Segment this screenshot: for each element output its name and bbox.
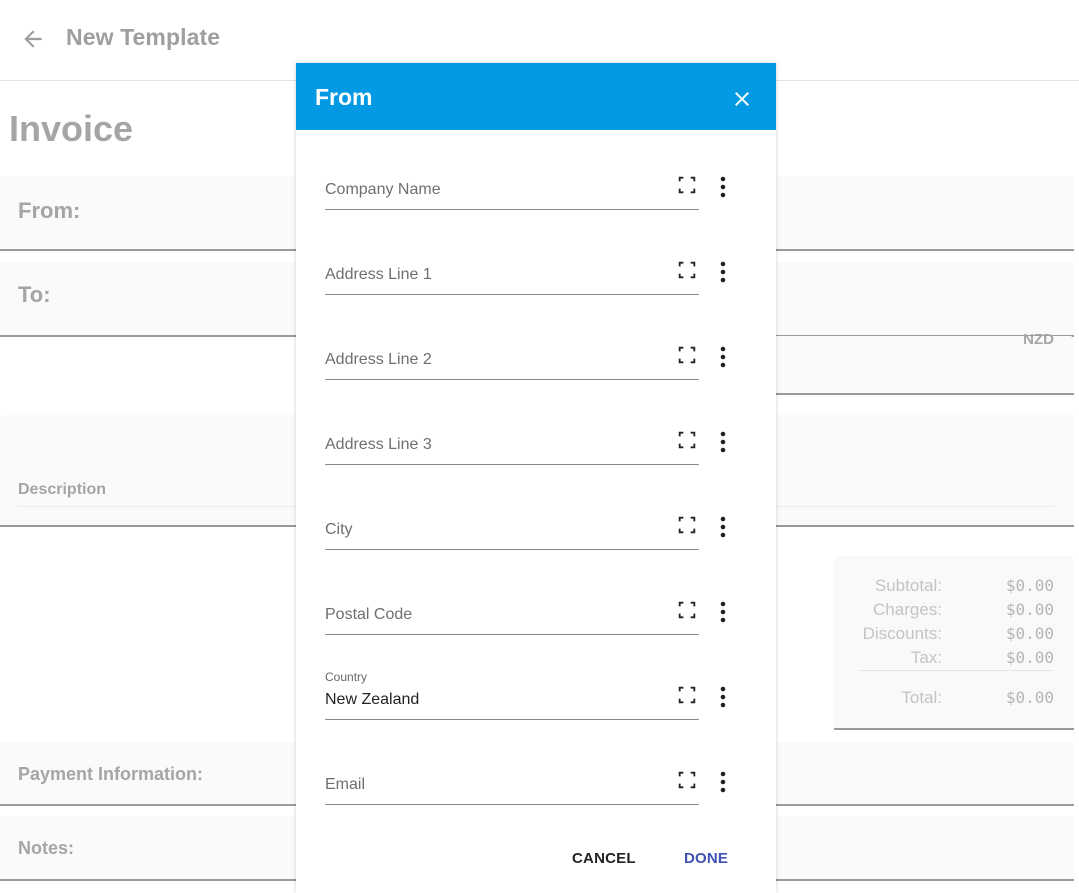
totals-value: $0.00 (1005, 624, 1054, 643)
more-vertical-icon[interactable] (720, 516, 726, 538)
field-value: New Zealand (325, 691, 420, 708)
description-column-header: Description (18, 481, 107, 498)
more-vertical-icon[interactable] (720, 176, 726, 198)
address-line-1-field[interactable]: Address Line 1 (325, 252, 699, 295)
totals-value: $0.00 (1005, 576, 1054, 595)
fullscreen-icon[interactable] (676, 684, 698, 706)
more-vertical-icon[interactable] (720, 261, 726, 283)
totals-label: Discounts: (862, 624, 942, 643)
totals-value: $0.00 (1005, 688, 1054, 707)
totals-row-tax: Tax: $0.00 (834, 648, 1074, 672)
field-placeholder: Postal Code (325, 606, 413, 623)
page-title: Invoice (9, 108, 134, 149)
city-field[interactable]: City (325, 507, 699, 550)
currency-label: NZD (1023, 331, 1054, 348)
more-vertical-icon[interactable] (720, 601, 726, 623)
totals-value: $0.00 (1005, 600, 1054, 619)
company-name-field[interactable]: Company Name (325, 167, 699, 210)
postal-code-field[interactable]: Postal Code (325, 592, 699, 635)
from-dialog: From Company Name Address Line 1 Address L… (296, 63, 776, 893)
totals-label: Subtotal: (874, 576, 942, 595)
field-placeholder: Email (325, 776, 366, 793)
dialog-header: From (296, 63, 776, 130)
more-vertical-icon[interactable] (720, 771, 726, 793)
field-label: Country (325, 670, 368, 684)
address-line-3-field[interactable]: Address Line 3 (325, 422, 699, 465)
field-placeholder: Company Name (325, 181, 441, 198)
totals-row-subtotal: Subtotal: $0.00 (834, 576, 1074, 600)
close-icon[interactable] (730, 87, 754, 111)
more-vertical-icon[interactable] (720, 346, 726, 368)
totals-row-charges: Charges: $0.00 (834, 600, 1074, 624)
fullscreen-icon[interactable] (676, 259, 698, 281)
notes-label: Notes: (18, 838, 75, 858)
totals-row-total: Total: $0.00 (834, 688, 1074, 712)
payment-information-label: Payment Information: (18, 764, 204, 784)
currency-section[interactable]: NZD (770, 331, 1074, 395)
more-vertical-icon[interactable] (720, 686, 726, 708)
fullscreen-icon[interactable] (676, 174, 698, 196)
address-line-2-field[interactable]: Address Line 2 (325, 337, 699, 380)
fullscreen-icon[interactable] (676, 344, 698, 366)
more-vertical-icon[interactable] (720, 431, 726, 453)
totals-row-discounts: Discounts: $0.00 (834, 624, 1074, 648)
done-button[interactable]: DONE (684, 850, 728, 867)
fullscreen-icon[interactable] (676, 599, 698, 621)
field-placeholder: Address Line 2 (325, 351, 432, 368)
to-label: To: (18, 282, 51, 307)
totals-label: Charges: (873, 600, 942, 619)
arrow-left-icon[interactable] (20, 26, 46, 52)
totals-panel: Subtotal: $0.00 Charges: $0.00 Discounts… (834, 556, 1074, 730)
totals-label: Tax: (910, 648, 942, 667)
field-placeholder: Address Line 3 (325, 436, 432, 453)
totals-label: Total: (901, 688, 942, 707)
fullscreen-icon[interactable] (676, 429, 698, 451)
fullscreen-icon[interactable] (676, 514, 698, 536)
cancel-button[interactable]: CANCEL (572, 850, 636, 867)
totals-value: $0.00 (1005, 648, 1054, 667)
totals-divider (858, 670, 1054, 671)
from-label: From: (18, 198, 81, 223)
fullscreen-icon[interactable] (676, 769, 698, 791)
email-field[interactable]: Email (325, 762, 699, 805)
dialog-title: From (315, 84, 373, 110)
field-placeholder: Address Line 1 (325, 266, 432, 283)
country-field[interactable]: Country New Zealand (325, 670, 699, 720)
app-bar-title: New Template (66, 24, 221, 50)
field-placeholder: City (325, 521, 353, 538)
